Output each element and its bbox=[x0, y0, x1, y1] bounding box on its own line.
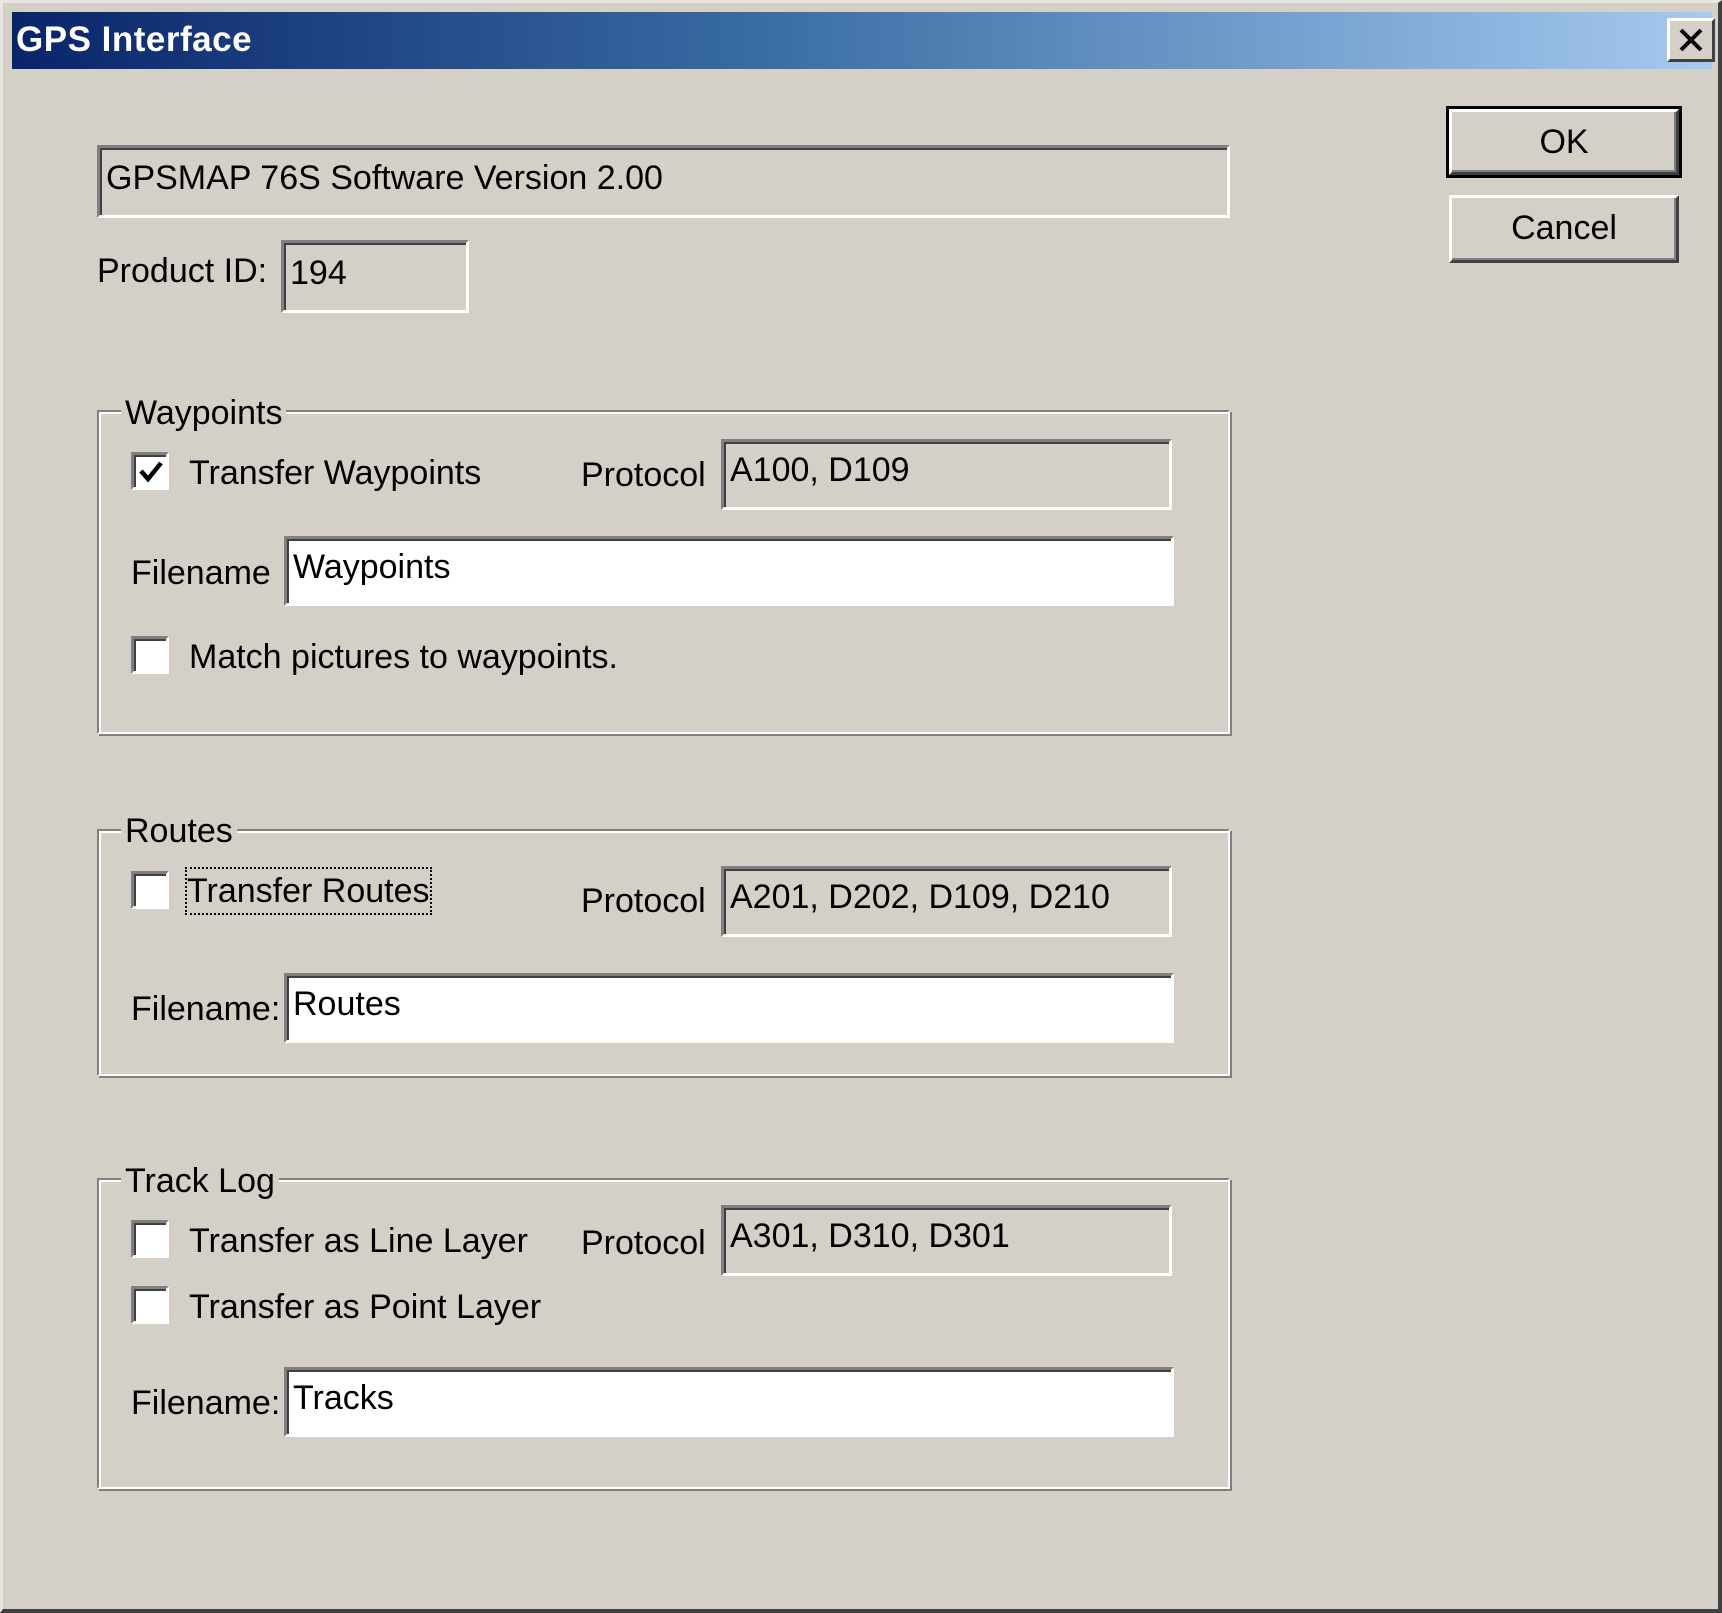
product-id-field: 194 bbox=[281, 240, 469, 313]
window-title: GPS Interface bbox=[16, 20, 253, 59]
track-log-protocol-field: A301, D310, D301 bbox=[721, 1205, 1172, 1276]
track-log-filename-label: Filename: bbox=[131, 1384, 281, 1422]
match-pictures-label[interactable]: Match pictures to waypoints. bbox=[189, 635, 618, 679]
match-pictures-checkbox[interactable] bbox=[131, 636, 169, 674]
waypoints-filename-input[interactable]: Waypoints bbox=[284, 536, 1174, 606]
cancel-button[interactable]: Cancel bbox=[1449, 195, 1679, 263]
routes-protocol-label: Protocol bbox=[581, 882, 706, 920]
waypoints-group-label: Waypoints bbox=[121, 391, 287, 435]
waypoints-protocol-field: A100, D109 bbox=[721, 439, 1172, 510]
transfer-point-layer-label[interactable]: Transfer as Point Layer bbox=[189, 1285, 541, 1329]
transfer-line-layer-label[interactable]: Transfer as Line Layer bbox=[189, 1219, 528, 1263]
transfer-point-layer-checkbox[interactable] bbox=[131, 1286, 169, 1324]
transfer-line-layer-checkbox[interactable] bbox=[131, 1220, 169, 1258]
track-log-group-label: Track Log bbox=[121, 1159, 279, 1203]
device-description-field: GPSMAP 76S Software Version 2.00 bbox=[97, 145, 1230, 218]
transfer-routes-label[interactable]: Transfer Routes bbox=[185, 867, 432, 915]
title-bar[interactable]: GPS Interface bbox=[12, 12, 1715, 69]
close-button[interactable] bbox=[1667, 18, 1715, 62]
transfer-waypoints-checkbox[interactable] bbox=[131, 452, 169, 490]
ok-button[interactable]: OK bbox=[1446, 106, 1682, 178]
waypoints-filename-label: Filename bbox=[131, 554, 271, 592]
track-log-protocol-label: Protocol bbox=[581, 1224, 706, 1262]
routes-protocol-field: A201, D202, D109, D210 bbox=[721, 866, 1172, 937]
routes-filename-label: Filename: bbox=[131, 990, 281, 1028]
waypoints-protocol-label: Protocol bbox=[581, 456, 706, 494]
gps-interface-dialog: GPS Interface GPSMAP 76S Software Versio… bbox=[0, 0, 1722, 1613]
routes-filename-input[interactable]: Routes bbox=[284, 973, 1174, 1043]
transfer-waypoints-label[interactable]: Transfer Waypoints bbox=[189, 451, 481, 495]
track-log-filename-input[interactable]: Tracks bbox=[284, 1367, 1174, 1437]
product-id-label: Product ID: bbox=[97, 252, 268, 290]
transfer-routes-checkbox[interactable] bbox=[131, 871, 169, 909]
routes-group-label: Routes bbox=[121, 809, 237, 853]
